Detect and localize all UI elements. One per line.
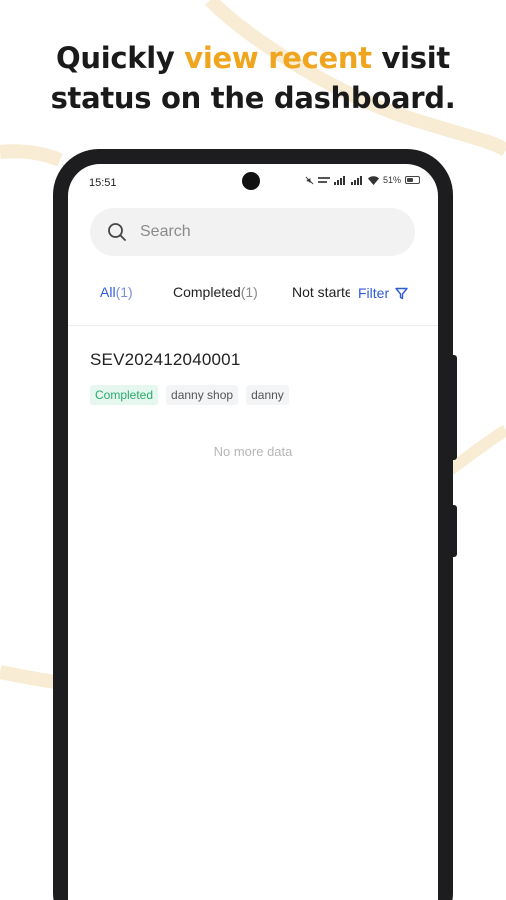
status-tabs: All(1) Completed(1) Not started Filter — [68, 280, 438, 308]
mute-icon — [305, 176, 314, 184]
no-more-data-text: No more data — [213, 444, 293, 459]
signal-icon — [333, 175, 345, 185]
battery-percent: 51% — [382, 175, 401, 185]
tab-not-started-label: Not started — [292, 284, 350, 300]
search-bar[interactable] — [90, 208, 415, 256]
signal-icon — [350, 175, 362, 185]
search-input[interactable] — [138, 222, 382, 242]
battery-icon — [405, 176, 420, 184]
tab-all-label: All — [100, 284, 116, 300]
volume-button — [452, 355, 457, 460]
tab-completed-label: Completed — [173, 284, 241, 300]
person-tag: danny — [246, 385, 289, 405]
front-camera — [242, 172, 260, 190]
wifi-icon — [367, 175, 379, 185]
tab-completed[interactable]: Completed(1) — [173, 284, 258, 300]
record-tags: Completed danny shop danny — [90, 385, 289, 405]
headline-line-1: Quickly view recent visit — [0, 38, 506, 78]
tab-all[interactable]: All(1) — [100, 284, 133, 300]
headline-accent: view recent — [184, 41, 372, 75]
battery-level — [407, 178, 413, 182]
tab-completed-count: (1) — [240, 284, 258, 300]
power-button — [452, 505, 457, 557]
record-id: SEV202412040001 — [90, 350, 241, 369]
status-bar: 15:51 51% — [68, 164, 438, 200]
headline-text-end: visit — [371, 41, 451, 75]
headline: Quickly view recent visit status on the … — [0, 38, 506, 118]
filter-label: Filter — [358, 285, 390, 301]
headline-text-start: Quickly — [56, 41, 185, 75]
status-badge: Completed — [90, 385, 159, 405]
status-icons: 51% — [305, 175, 420, 185]
app-store-screenshot: Quickly view recent visit status on the … — [0, 0, 506, 900]
list-item[interactable]: SEV202412040001 Completed danny shop dan… — [90, 350, 289, 405]
filter-icon — [395, 287, 408, 299]
tab-not-started[interactable]: Not started — [292, 284, 350, 300]
tab-all-count: (1) — [115, 284, 133, 300]
divider — [68, 325, 438, 326]
status-time: 15:51 — [89, 177, 117, 189]
phone-screen: 15:51 51% Search All(1) Completed(1) Not… — [68, 164, 438, 900]
shop-tag: danny shop — [166, 385, 239, 405]
headline-line-2: status on the dashboard. — [50, 81, 456, 115]
filter-button[interactable]: Filter — [352, 280, 409, 306]
search-icon — [106, 221, 128, 243]
data-speed-icon — [317, 176, 330, 183]
